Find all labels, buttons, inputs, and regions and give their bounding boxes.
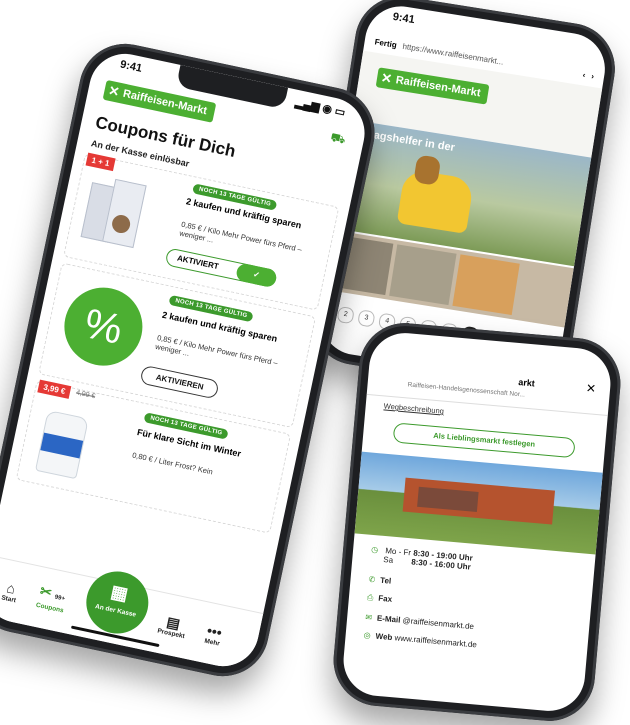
product-image (34, 409, 89, 480)
mail-icon: ✉ (364, 612, 373, 623)
clock-icon: ◷ (370, 544, 379, 555)
coupons-screen: 9:41 ▂▄▆ ◉ ▭ ✕ Raiffeisen-Markt ⛟ Coupons… (0, 47, 372, 673)
old-price: 4,99 € (75, 389, 96, 401)
detail-screen: arkt ✕ Raiffeisen-Handelsgenossenschaft … (340, 330, 614, 714)
brand-logo: ✕ Raiffeisen-Markt (375, 67, 490, 105)
price-tag: 3,99 € (37, 379, 72, 399)
opening-hours: ◷ Mo - Fr 8:30 - 19:00 Uhr Sa 8:30 - 16:… (370, 544, 474, 572)
fax-icon: ⎙ (366, 592, 374, 603)
brand-x-icon: ✕ (107, 82, 121, 100)
back-icon[interactable]: ‹ (582, 70, 586, 79)
web-row[interactable]: ◎ Web www.raiffeisenmarkt.de (363, 631, 477, 650)
close-icon[interactable]: ✕ (585, 381, 596, 396)
done-button[interactable]: Fertig (374, 37, 397, 49)
detail-title: arkt (517, 377, 536, 389)
status-icons: ▂▄▆ ◉ ▭ (294, 96, 347, 120)
globe-icon: ◎ (363, 630, 372, 641)
activate-button[interactable]: AKTIVIEREN (139, 364, 221, 400)
check-icon: ✓ (234, 262, 278, 289)
product-image (79, 174, 152, 255)
forward-icon[interactable]: › (591, 71, 595, 80)
phone-icon: ✆ (368, 574, 376, 585)
detail-subtitle: Raiffeisen-Handelsgenossenschaft Nor... (407, 381, 526, 399)
cart-icon[interactable]: ⛟ (329, 130, 347, 149)
status-time: 9:41 (119, 58, 144, 75)
page-3[interactable]: 3 (357, 309, 376, 328)
deal-tag: 1 + 1 (85, 152, 116, 172)
tel-row[interactable]: ✆ Tel (368, 575, 391, 586)
coupons-phone: 9:41 ▂▄▆ ◉ ▭ ✕ Raiffeisen-Markt ⛟ Coupons… (0, 35, 384, 685)
status-time: 9:41 (391, 10, 416, 27)
favorite-market-button[interactable]: Als Lieblingsmarkt festlegen (392, 422, 576, 459)
detail-phone: arkt ✕ Raiffeisen-Handelsgenossenschaft … (329, 319, 625, 725)
email-row[interactable]: ✉ E-Mail @raiffeisenmarkt.de (365, 613, 474, 631)
directions-link[interactable]: Wegbeschreibung (383, 401, 444, 415)
page-2[interactable]: 2 (336, 305, 355, 325)
percent-icon: % (57, 280, 150, 373)
market-photo (354, 451, 603, 555)
fax-row[interactable]: ⎙ Fax (367, 593, 393, 605)
